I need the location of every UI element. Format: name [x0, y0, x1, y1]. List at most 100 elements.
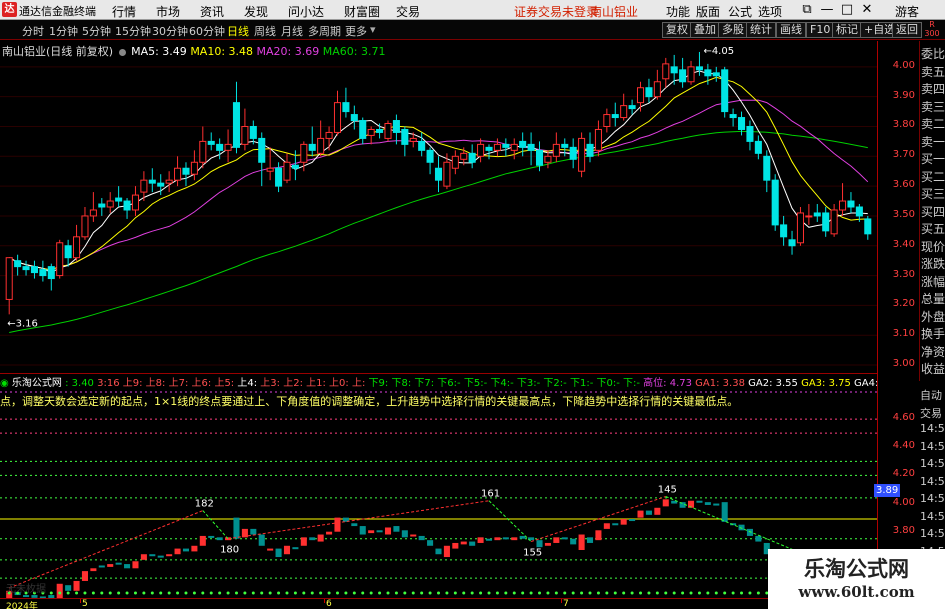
menu-news[interactable]: 资讯 — [200, 3, 224, 20]
side-tab[interactable]: 换手 — [921, 327, 945, 342]
indicator-chart[interactable]: 182 180 161 155 145 — [0, 388, 877, 598]
side-tab[interactable]: 买三 — [921, 187, 945, 202]
signal-dot — [386, 591, 390, 595]
menu-discover[interactable]: 发现 — [244, 3, 268, 20]
menu-market-quotes[interactable]: 行情 — [112, 3, 136, 20]
time-side-item: 14:56 — [920, 422, 945, 435]
candle-body — [317, 137, 325, 154]
indicator-bar — [199, 535, 206, 546]
side-tab[interactable]: 卖一 — [921, 135, 945, 150]
side-tab[interactable]: 净资 — [921, 345, 945, 360]
low-price-label: ←3.16 — [7, 318, 38, 329]
signal-dot — [403, 591, 407, 595]
signal-dot — [310, 591, 314, 595]
menu-functions[interactable]: 功能 — [666, 3, 690, 20]
tab-15min[interactable]: 15分钟 — [115, 23, 151, 39]
signal-dot — [740, 591, 744, 595]
candle-body — [519, 140, 527, 148]
chevron-down-icon[interactable]: ▾ — [370, 23, 376, 36]
menu-options[interactable]: 选项 — [758, 3, 782, 20]
menu-market[interactable]: 市场 — [156, 3, 180, 20]
side-tab[interactable]: 卖五 — [921, 65, 945, 80]
tab-daily[interactable]: 日线 — [227, 23, 249, 39]
tab-30min[interactable]: 30分钟 — [152, 23, 188, 39]
side-tab[interactable]: 买四 — [921, 205, 945, 220]
indicator-bar — [124, 564, 131, 569]
side-tab[interactable]: 收益 — [921, 362, 945, 377]
mark-button[interactable]: 标记 — [832, 22, 862, 38]
restore-window-icon[interactable]: ⧉ — [797, 1, 817, 19]
side-tab[interactable]: 外盘 — [921, 310, 945, 325]
side-tab[interactable]: 涨跌 — [921, 257, 945, 272]
current-stock-name: 南山铝业 — [590, 5, 639, 19]
menu-formula[interactable]: 公式 — [728, 3, 752, 20]
candle-body — [771, 179, 779, 226]
login-notice[interactable]: 证券交易未登录 — [514, 3, 598, 20]
settings-dot-icon[interactable] — [118, 48, 126, 56]
tab-5min[interactable]: 5分钟 — [82, 23, 111, 39]
overlay-button[interactable]: 叠加 — [690, 22, 720, 38]
menu-trade[interactable]: 交易 — [396, 3, 420, 20]
tab-weekly[interactable]: 周线 — [254, 23, 276, 39]
signal-dot — [495, 591, 499, 595]
menu-wealth-circle[interactable]: 财富圈 — [344, 3, 380, 20]
candle-body — [477, 143, 485, 157]
guest-user[interactable]: 游客 — [895, 3, 919, 20]
back-button[interactable]: 返回 — [892, 22, 922, 38]
candle-body — [645, 87, 653, 98]
indicator-bar — [73, 580, 80, 591]
side-tab[interactable]: 总量 — [921, 292, 945, 307]
indicator-bar — [334, 517, 341, 532]
close-icon[interactable]: ✕ — [857, 1, 877, 19]
side-tab[interactable]: 卖二 — [921, 117, 945, 132]
candle-body — [182, 167, 190, 175]
side-tab[interactable]: 买一 — [921, 152, 945, 167]
candle-body — [174, 167, 182, 181]
signal-dot — [285, 591, 289, 595]
tab-intraday[interactable]: 分时 — [22, 23, 44, 39]
side-tab[interactable]: 买二 — [921, 170, 945, 185]
side-tab[interactable]: 卖三 — [921, 100, 945, 115]
tab-1min[interactable]: 1分钟 — [49, 23, 78, 39]
side-tab[interactable]: 卖四 — [921, 82, 945, 97]
statistics-button[interactable]: 统计 — [746, 22, 776, 38]
indicator-bar — [519, 535, 526, 539]
candle-body — [216, 143, 224, 151]
watermark-url: www.60lt.com — [798, 583, 915, 601]
time-side-item: 14:56 — [920, 439, 945, 453]
tab-multi-period[interactable]: 多周期 — [308, 23, 341, 39]
side-tab[interactable]: 买五 — [921, 222, 945, 237]
candle-body — [56, 242, 64, 277]
tab-more[interactable]: 更多 — [345, 23, 367, 39]
candlestick-chart[interactable]: ←4.05 ←3.16 — [0, 41, 877, 374]
date-label-july: 7 — [563, 599, 569, 609]
candle-body — [376, 128, 384, 133]
candle-body — [729, 114, 737, 119]
tab-monthly[interactable]: 月线 — [281, 23, 303, 39]
indicator-bar — [578, 534, 585, 550]
current-value-badge: 3.89 — [874, 484, 901, 497]
candle-body — [552, 143, 560, 157]
minimize-icon[interactable]: — — [817, 1, 837, 19]
draw-line-button[interactable]: 画线 — [776, 22, 806, 38]
menu-ask[interactable]: 问小达 — [288, 3, 324, 20]
signal-dot — [361, 591, 365, 595]
side-tab[interactable]: 现价 — [921, 240, 945, 255]
menu-layout[interactable]: 版面 — [696, 3, 720, 20]
tab-60min[interactable]: 60分钟 — [189, 23, 225, 39]
indicator-tick: 3.80 — [892, 524, 915, 536]
signal-dot — [664, 591, 668, 595]
side-tab[interactable]: 委比 — [921, 47, 945, 62]
candle-body — [106, 200, 114, 208]
multi-stock-button[interactable]: 多股 — [718, 22, 748, 38]
f10-button[interactable]: F10 — [806, 22, 835, 38]
signal-dot — [108, 591, 112, 595]
candle-body — [249, 125, 257, 139]
price-tick: 3.20 — [892, 298, 915, 310]
maximize-icon[interactable]: □ — [837, 1, 857, 19]
signal-dot — [243, 591, 247, 595]
side-tab[interactable]: 涨幅 — [921, 275, 945, 290]
signal-dot — [192, 591, 196, 595]
candle-body — [98, 203, 106, 208]
adjust-rights-button[interactable]: 复权 — [662, 22, 692, 38]
